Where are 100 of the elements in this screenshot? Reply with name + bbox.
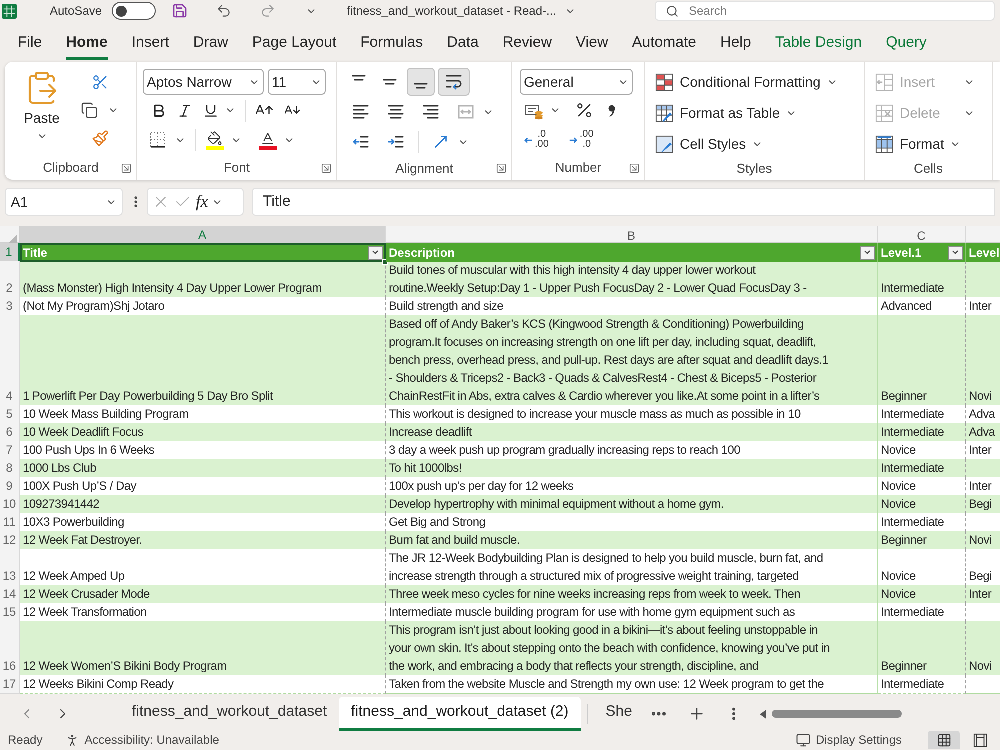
styles-menu-button[interactable]: Conditional Formatting: [655, 68, 864, 96]
row-number[interactable]: 8: [0, 459, 20, 478]
menu-tab[interactable]: View: [576, 29, 608, 60]
row-number[interactable]: 14: [0, 585, 20, 604]
dialog-launcher-icon[interactable]: [629, 162, 640, 174]
cells-menu-button[interactable]: Format: [875, 130, 992, 158]
row-number[interactable]: 16: [0, 621, 20, 676]
table-cell: Burn fat and build muscle.: [386, 531, 878, 550]
table-cell: Intermediate muscle building program for use with home gym equipment such as: [386, 603, 878, 622]
search-field[interactable]: Search: [655, 1, 995, 21]
caret-icon: [863, 248, 872, 257]
table-cell: 12 Week Amped Up: [20, 549, 386, 586]
table-cell: Intermediate: [878, 261, 966, 298]
spreadsheet-app-icon: [2, 4, 17, 18]
row-number[interactable]: 1: [0, 243, 20, 262]
format-as-table-icon: [655, 104, 674, 122]
table-cell: 1000 Lbs Club: [20, 459, 386, 478]
align-bottom-icon: [414, 83, 428, 89]
menu-tab[interactable]: Page Layout: [252, 29, 337, 60]
row-number[interactable]: 13: [0, 549, 20, 586]
table-cell: 12 Week Transformation: [20, 603, 386, 622]
row-number[interactable]: 11: [0, 513, 20, 532]
table-cell: The JR 12-Week Bodybuilding Plan is designed to help you build muscle, burn fat, and increase strength through a structured mix of progressive weight training, targeted: [386, 549, 878, 586]
table-cell: Three week meso cycles for nine weeks increasing reps from week to week. Then: [386, 585, 878, 604]
table-cell: Adva: [966, 423, 1000, 442]
alignment-button[interactable]: [438, 68, 470, 96]
table-cell: Advanced: [878, 297, 966, 316]
row-number[interactable]: 6: [0, 423, 20, 442]
undo-icon[interactable]: [216, 3, 232, 19]
row-number[interactable]: 3: [0, 297, 20, 316]
menu-tab[interactable]: Table Design: [775, 29, 862, 60]
styles-menu-button[interactable]: Cell Styles: [655, 130, 864, 158]
styles-menu-button[interactable]: Format as Table: [655, 99, 864, 127]
menu-tab[interactable]: Draw: [193, 29, 228, 60]
display-settings-button[interactable]: Display Settings: [796, 731, 902, 749]
menu-tab[interactable]: Review: [502, 29, 552, 60]
table-cell: Intermediate: [878, 603, 966, 622]
row-number[interactable]: 10: [0, 495, 20, 514]
align-middle-icon: [383, 79, 397, 85]
row-number[interactable]: 2: [0, 261, 20, 298]
table-cell: This program isn’t just about looking good in a bikini—it’s about feeling unstoppable in your own skin. It’s about stepping onto the beach with confidence, knowing you’ve put in the work, and embracing a body that reflects your strength, discipline, and: [386, 621, 878, 676]
row-number[interactable]: 5: [0, 405, 20, 424]
name-box[interactable]: A1: [5, 188, 123, 216]
scroll-left-icon[interactable]: [760, 710, 768, 718]
decrease-decimal-button[interactable]: .00 .0: [564, 126, 598, 154]
dialog-launcher-icon[interactable]: [496, 163, 507, 174]
filter-button[interactable]: [948, 246, 963, 260]
alignment-button[interactable]: [407, 68, 435, 96]
table-cell: 1 Powerlift Per Day Powerbuilding 5 Day Bro Split: [20, 315, 386, 406]
menu-tab[interactable]: Query: [886, 29, 927, 60]
table-cell: 12 Week Women’S Bikini Body Program: [20, 621, 386, 676]
normal-view-button[interactable]: [928, 731, 960, 749]
accessibility-button[interactable]: Accessibility: Unavailable: [64, 731, 220, 749]
filter-button[interactable]: [860, 246, 875, 260]
scrollbar-thumb[interactable]: [772, 710, 902, 718]
table-cell: Intermediate: [878, 513, 966, 532]
row-number[interactable]: 15: [0, 603, 20, 622]
caret-icon: [951, 248, 960, 257]
menu-tab[interactable]: Automate: [632, 29, 696, 60]
align-top-icon: [352, 75, 366, 81]
font-size-dropdown[interactable]: 11: [268, 69, 326, 95]
font-name-dropdown[interactable]: Aptos Narrow: [143, 69, 264, 95]
formula-input[interactable]: Title: [252, 188, 995, 216]
underline-icon: [203, 102, 219, 118]
filter-button[interactable]: [368, 246, 383, 260]
sheet-tab[interactable]: fitness_and_workout_dataset: [120, 697, 340, 731]
align-left-icon: [352, 103, 370, 121]
cell-styles-icon: [655, 134, 674, 154]
insert-function-button[interactable]: fx: [196, 189, 208, 215]
row-number[interactable]: 17: [0, 675, 20, 694]
table-cell: To hit 1000lbs!: [386, 459, 878, 478]
menu-tab[interactable]: Help: [720, 29, 752, 60]
menu-tab[interactable]: Data: [447, 29, 479, 60]
table-cell: Increase deadlift: [386, 423, 878, 442]
borders-icon: [149, 131, 167, 149]
diagonal-arrow-icon: [432, 133, 450, 151]
menu-tab[interactable]: Formulas: [360, 29, 424, 60]
dialog-launcher-icon[interactable]: [121, 162, 132, 174]
table-cell: Intermediate: [878, 405, 966, 424]
row-number[interactable]: 9: [0, 477, 20, 496]
paste-button[interactable]: Paste: [11, 68, 73, 152]
menu-tab[interactable]: Insert: [132, 29, 170, 60]
fill-color-icon: [205, 130, 225, 150]
dialog-launcher-icon[interactable]: [321, 162, 332, 174]
row-number[interactable]: 12: [0, 531, 20, 550]
autosave-toggle[interactable]: [112, 2, 156, 20]
menu-tab[interactable]: File: [18, 29, 42, 60]
row-number[interactable]: 4: [0, 315, 20, 406]
percent-icon: [575, 101, 594, 120]
table-cell: Beginner: [878, 531, 966, 550]
number-format-dropdown[interactable]: General: [520, 69, 633, 95]
row-number[interactable]: 7: [0, 441, 20, 460]
italic-icon: [177, 102, 193, 118]
table-cell: This workout is designed to increase your muscle mass as much as possible in 10: [386, 405, 878, 424]
align-right-icon: [422, 103, 440, 121]
sheet-tab[interactable]: fitness_and_workout_dataset (2): [339, 697, 581, 731]
increase-decimal-button[interactable]: .0 .00: [520, 126, 553, 154]
save-icon[interactable]: [172, 3, 188, 19]
autosave-label: AutoSave: [50, 3, 102, 20]
sheet-tab[interactable]: She: [594, 697, 644, 731]
